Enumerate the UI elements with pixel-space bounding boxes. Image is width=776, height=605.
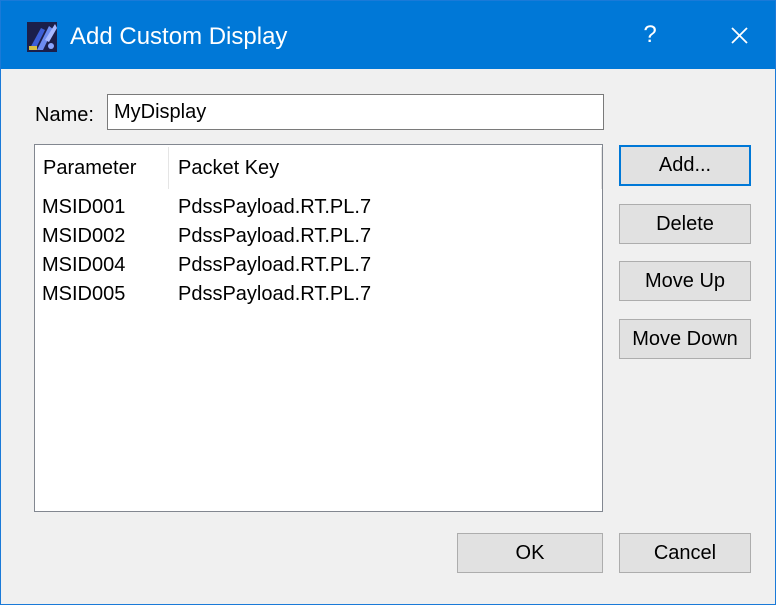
name-input[interactable]	[107, 94, 604, 130]
table-header: Parameter Packet Key	[35, 145, 602, 191]
move-down-button[interactable]: Move Down	[619, 319, 751, 359]
cell-packet-key: PdssPayload.RT.PL.7	[178, 283, 372, 305]
move-up-button[interactable]: Move Up	[619, 261, 751, 301]
title-bar[interactable]: Add Custom Display ?	[1, 1, 775, 69]
column-divider[interactable]	[601, 147, 602, 189]
window-title: Add Custom Display	[70, 23, 288, 50]
cell-packet-key: PdssPayload.RT.PL.7	[178, 196, 372, 218]
delete-button[interactable]: Delete	[619, 204, 751, 244]
app-logo-icon	[27, 22, 57, 52]
cell-parameter: MSID001	[42, 196, 126, 218]
ok-button[interactable]: OK	[457, 533, 603, 573]
close-button[interactable]	[714, 1, 764, 69]
cell-parameter: MSID002	[42, 225, 126, 247]
add-button[interactable]: Add...	[619, 145, 751, 186]
column-header-parameter[interactable]: Parameter	[43, 145, 167, 191]
table-row[interactable]: MSID004 PdssPayload.RT.PL.7	[35, 251, 602, 280]
close-icon	[731, 27, 748, 44]
column-divider[interactable]	[168, 147, 169, 189]
table-row[interactable]: MSID002 PdssPayload.RT.PL.7	[35, 222, 602, 251]
name-label: Name:	[35, 104, 94, 126]
add-custom-display-dialog: Add Custom Display ? Name: Parameter Pac…	[0, 0, 776, 605]
cell-packet-key: PdssPayload.RT.PL.7	[178, 225, 372, 247]
cell-packet-key: PdssPayload.RT.PL.7	[178, 254, 372, 276]
table-body: MSID001 PdssPayload.RT.PL.7 MSID002 Pdss…	[35, 191, 602, 309]
cell-parameter: MSID005	[42, 283, 126, 305]
column-header-packet-key[interactable]: Packet Key	[178, 145, 598, 191]
table-row[interactable]: MSID005 PdssPayload.RT.PL.7	[35, 280, 602, 309]
cell-parameter: MSID004	[42, 254, 126, 276]
table-row[interactable]: MSID001 PdssPayload.RT.PL.7	[35, 193, 602, 222]
help-button[interactable]: ?	[627, 1, 673, 69]
cancel-button[interactable]: Cancel	[619, 533, 751, 573]
parameter-table[interactable]: Parameter Packet Key MSID001 PdssPayload…	[34, 144, 603, 512]
